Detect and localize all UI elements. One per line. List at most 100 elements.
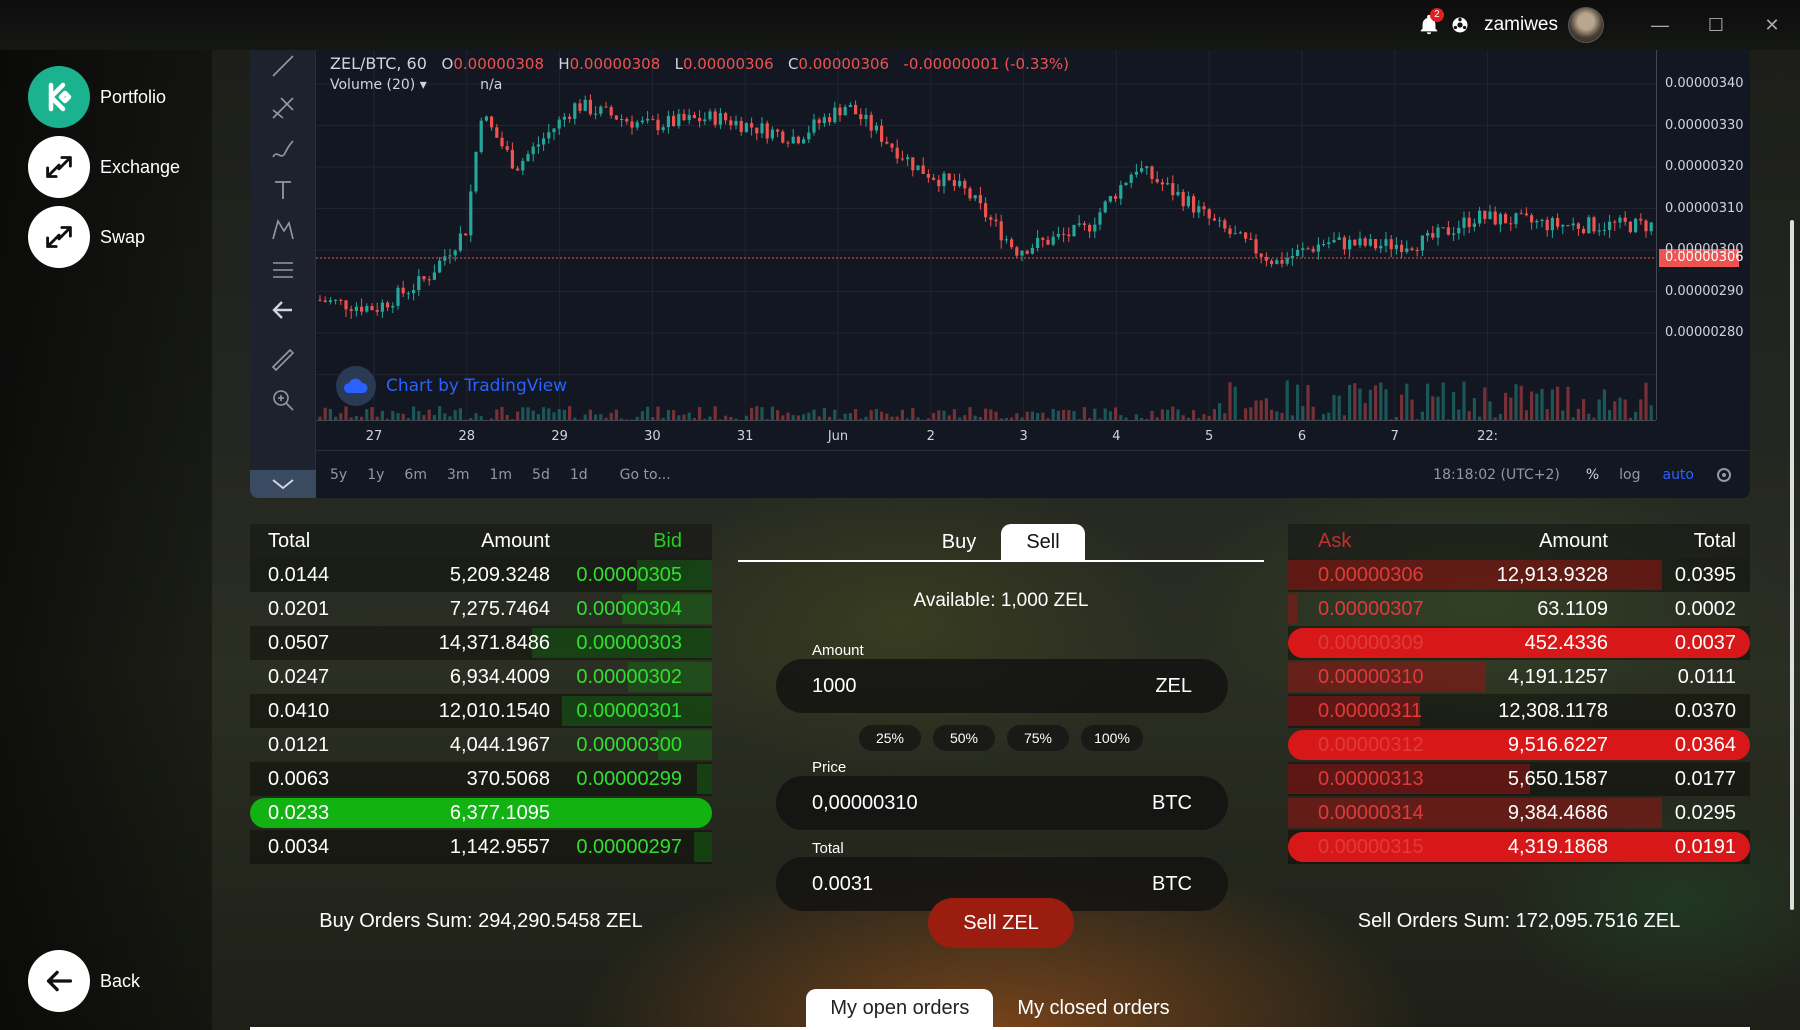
candlestick-plot[interactable] bbox=[316, 50, 1656, 420]
candle-body bbox=[1134, 171, 1138, 175]
volume-bar bbox=[755, 406, 759, 420]
text-tool-icon[interactable] bbox=[267, 174, 299, 206]
sell-zel-button[interactable]: Sell ZEL bbox=[928, 898, 1074, 948]
sidebar-item-swap[interactable]: Swap bbox=[28, 206, 145, 268]
volume-legend[interactable]: Volume (20) ▾ n/a bbox=[330, 77, 1069, 93]
username[interactable]: zamiwes bbox=[1484, 14, 1558, 36]
percent-toggle[interactable]: % bbox=[1586, 467, 1599, 483]
notifications-bell-icon[interactable]: 2 bbox=[1418, 8, 1444, 36]
chart-settings-icon[interactable] bbox=[1714, 465, 1734, 485]
range-1m[interactable]: 1m bbox=[490, 467, 513, 483]
price-axis[interactable]: 0.00000306 0.00000340 0.00000330 0.0000032… bbox=[1656, 50, 1750, 420]
range-1d[interactable]: 1d bbox=[570, 467, 588, 483]
sidebar-item-exchange[interactable]: Exchange bbox=[28, 136, 180, 198]
time-tick: 30 bbox=[644, 429, 661, 444]
table-row[interactable]: 0.0063 370.5068 0.00000299 bbox=[250, 762, 712, 796]
candle-body bbox=[1623, 217, 1627, 222]
percent-75-button[interactable]: 75% bbox=[1007, 725, 1069, 751]
zoom-in-icon[interactable] bbox=[267, 384, 299, 416]
table-row[interactable]: 0.0034 1,142.9557 0.00000297 bbox=[250, 830, 712, 864]
goto-button[interactable]: Go to... bbox=[620, 467, 671, 483]
range-3m[interactable]: 3m bbox=[447, 467, 470, 483]
cell-ask: 0.00000310 bbox=[1318, 665, 1424, 688]
trend-line-icon[interactable] bbox=[267, 50, 299, 82]
table-row[interactable]: 0.0201 7,275.7464 0.00000304 bbox=[250, 592, 712, 626]
range-5y[interactable]: 5y bbox=[330, 467, 347, 483]
volume-bar bbox=[776, 410, 780, 420]
table-row[interactable]: 0.00000309 452.4336 0.0037 bbox=[1288, 626, 1750, 660]
table-row[interactable]: 0.0144 5,209.3248 0.00000305 bbox=[250, 558, 712, 592]
ruler-icon[interactable] bbox=[267, 344, 299, 376]
table-row[interactable]: 0.0410 12,010.1540 0.00000301 bbox=[250, 694, 712, 728]
candle-body bbox=[1223, 220, 1227, 229]
fib-retracement-icon[interactable] bbox=[267, 254, 299, 286]
settings-gear-icon[interactable] bbox=[1450, 15, 1470, 35]
page-scrollbar[interactable] bbox=[1790, 220, 1794, 910]
volume-bar bbox=[1566, 386, 1570, 420]
back-button[interactable]: Back bbox=[28, 950, 140, 1012]
table-row[interactable]: 0.00000315 4,319.1868 0.0191 bbox=[1288, 830, 1750, 864]
tab-my-open-orders[interactable]: My open orders bbox=[806, 989, 994, 1027]
brush-icon[interactable] bbox=[267, 134, 299, 166]
percent-25-button[interactable]: 25% bbox=[859, 725, 921, 751]
volume-bar bbox=[640, 411, 644, 420]
table-row[interactable]: 0.00000311 12,308.1178 0.0370 bbox=[1288, 694, 1750, 728]
table-row[interactable]: 0.0247 6,934.4009 0.00000302 bbox=[250, 660, 712, 694]
candle-body bbox=[1301, 248, 1305, 250]
table-row[interactable]: 0.00000306 12,913.9328 0.0395 bbox=[1288, 558, 1750, 592]
table-row[interactable]: 0.0233 6,377.1095 bbox=[250, 796, 712, 830]
tab-my-closed-orders[interactable]: My closed orders bbox=[993, 989, 1193, 1027]
chart-symbol[interactable]: ZEL/BTC, 60 bbox=[330, 54, 427, 73]
table-row[interactable]: 0.00000312 9,516.6227 0.0364 bbox=[1288, 728, 1750, 762]
range-5d[interactable]: 5d bbox=[532, 467, 550, 483]
candle-body bbox=[869, 114, 873, 131]
table-row[interactable]: 0.000003164,778.92690.0151 bbox=[1288, 864, 1750, 866]
table-row[interactable]: 0.00000307 63.1109 0.0002 bbox=[1288, 592, 1750, 626]
candle-body bbox=[505, 146, 509, 150]
log-toggle[interactable]: log bbox=[1619, 467, 1640, 483]
candle-body bbox=[1628, 221, 1632, 233]
buy-sell-tabs: Buy Sell bbox=[738, 524, 1264, 562]
arrow-left-icon[interactable] bbox=[267, 294, 299, 326]
tradingview-chart[interactable]: ZEL/BTC, 60 O0.00000308 H0.00000308 L0.0… bbox=[250, 50, 1750, 498]
cell-ask: 0.00000309 bbox=[1318, 631, 1424, 654]
tradingview-watermark[interactable]: Chart by TradingView bbox=[336, 366, 567, 406]
close-button[interactable]: ✕ bbox=[1744, 0, 1800, 50]
table-row[interactable]: 0.0507 14,371.8486 0.00000303 bbox=[250, 626, 712, 660]
table-row[interactable]: 0.00000314 9,384.4686 0.0295 bbox=[1288, 796, 1750, 830]
tab-sell[interactable]: Sell bbox=[1001, 524, 1085, 560]
volume-bar bbox=[562, 409, 566, 420]
price-input[interactable]: 0,00000310 BTC bbox=[776, 776, 1228, 830]
price-tick: 0.00000340 bbox=[1665, 76, 1744, 91]
range-6m[interactable]: 6m bbox=[404, 467, 427, 483]
maximize-button[interactable]: ☐ bbox=[1688, 0, 1744, 50]
table-row[interactable]: 0.074222,804.48150.00000296 bbox=[250, 864, 712, 866]
tab-buy[interactable]: Buy bbox=[917, 524, 1001, 560]
table-row[interactable]: 0.00000313 5,650.1587 0.0177 bbox=[1288, 762, 1750, 796]
sidebar-item-portfolio[interactable]: Portfolio bbox=[28, 66, 166, 128]
minimize-button[interactable]: — bbox=[1632, 0, 1688, 50]
table-row[interactable]: 0.00000310 4,191.1257 0.0111 bbox=[1288, 660, 1750, 694]
cell-amount: 12,010.1540 bbox=[438, 699, 550, 722]
user-avatar[interactable] bbox=[1568, 7, 1604, 43]
range-1y[interactable]: 1y bbox=[367, 467, 384, 483]
candle-body bbox=[1171, 183, 1175, 196]
percent-50-button[interactable]: 50% bbox=[933, 725, 995, 751]
candle-body bbox=[1550, 217, 1554, 231]
pattern-icon[interactable] bbox=[267, 214, 299, 246]
percent-100-button[interactable]: 100% bbox=[1081, 725, 1143, 751]
table-row[interactable]: 0.0121 4,044.1967 0.00000300 bbox=[250, 728, 712, 762]
candle-body bbox=[864, 114, 868, 120]
volume-bar bbox=[1176, 409, 1180, 420]
volume-bar bbox=[443, 413, 447, 420]
candle-body bbox=[339, 299, 343, 301]
volume-bar bbox=[1353, 383, 1357, 420]
amount-input[interactable]: 1000 ZEL bbox=[776, 659, 1228, 713]
candle-body bbox=[1597, 230, 1601, 232]
candle-body bbox=[1400, 244, 1404, 252]
auto-toggle[interactable]: auto bbox=[1662, 467, 1694, 483]
candle-body bbox=[687, 114, 691, 121]
pitchfork-icon[interactable] bbox=[267, 92, 299, 124]
time-axis[interactable]: 27 28 29 30 31 Jun 2 3 4 5 6 7 22: bbox=[316, 420, 1656, 450]
chevron-down-icon[interactable] bbox=[250, 470, 316, 498]
